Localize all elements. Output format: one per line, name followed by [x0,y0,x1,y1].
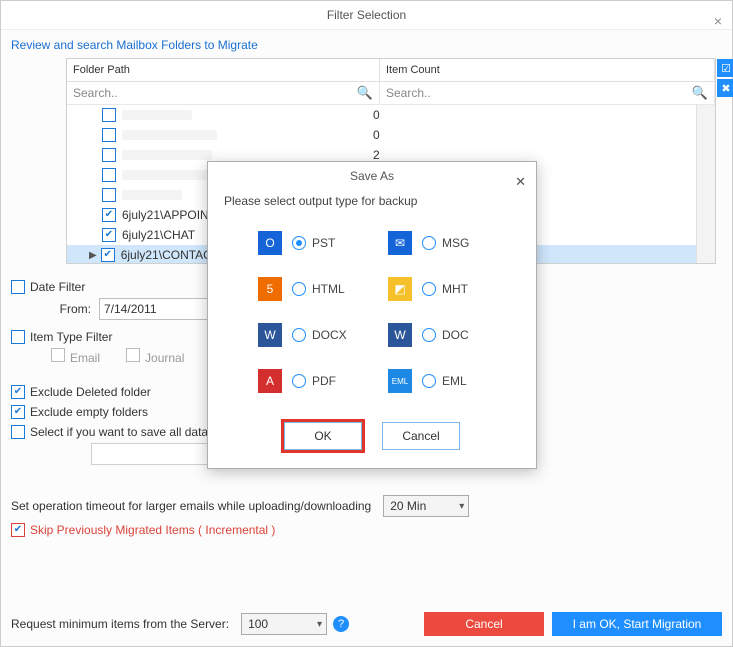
radio-msg[interactable] [422,236,436,250]
modal-cancel-button[interactable]: Cancel [382,422,460,450]
radio-docx[interactable] [292,328,306,342]
pdf-icon: A [258,369,282,393]
word-icon: W [388,323,412,347]
modal-titlebar: Save As ✕ [208,162,536,190]
eml-icon: EML [388,369,412,393]
modal-ok-button[interactable]: OK [284,422,362,450]
modal-message: Please select output type for backup [208,190,536,216]
modal-title: Save As [350,169,394,183]
option-doc[interactable]: WDOC [388,323,518,347]
word-icon: W [258,323,282,347]
modal-overlay: Save As ✕ Please select output type for … [1,1,732,646]
html5-icon: 5 [258,277,282,301]
output-type-options: OPST ✉MSG 5HTML ◩MHT WDOCX WDOC APDF EML… [208,216,536,414]
radio-html[interactable] [292,282,306,296]
save-as-dialog: Save As ✕ Please select output type for … [207,161,537,469]
option-msg[interactable]: ✉MSG [388,231,518,255]
outlook-icon: O [258,231,282,255]
option-mht[interactable]: ◩MHT [388,277,518,301]
radio-eml[interactable] [422,374,436,388]
modal-buttons: OK Cancel [208,414,536,468]
option-docx[interactable]: WDOCX [258,323,388,347]
radio-pst[interactable] [292,236,306,250]
filter-selection-window: Filter Selection × Review and search Mai… [0,0,733,647]
radio-doc[interactable] [422,328,436,342]
option-eml[interactable]: EMLEML [388,369,518,393]
option-pdf[interactable]: APDF [258,369,388,393]
mail-icon: ✉ [388,231,412,255]
option-pst[interactable]: OPST [258,231,388,255]
radio-pdf[interactable] [292,374,306,388]
mht-icon: ◩ [388,277,412,301]
radio-mht[interactable] [422,282,436,296]
modal-close-button[interactable]: ✕ [515,168,526,196]
option-html[interactable]: 5HTML [258,277,388,301]
